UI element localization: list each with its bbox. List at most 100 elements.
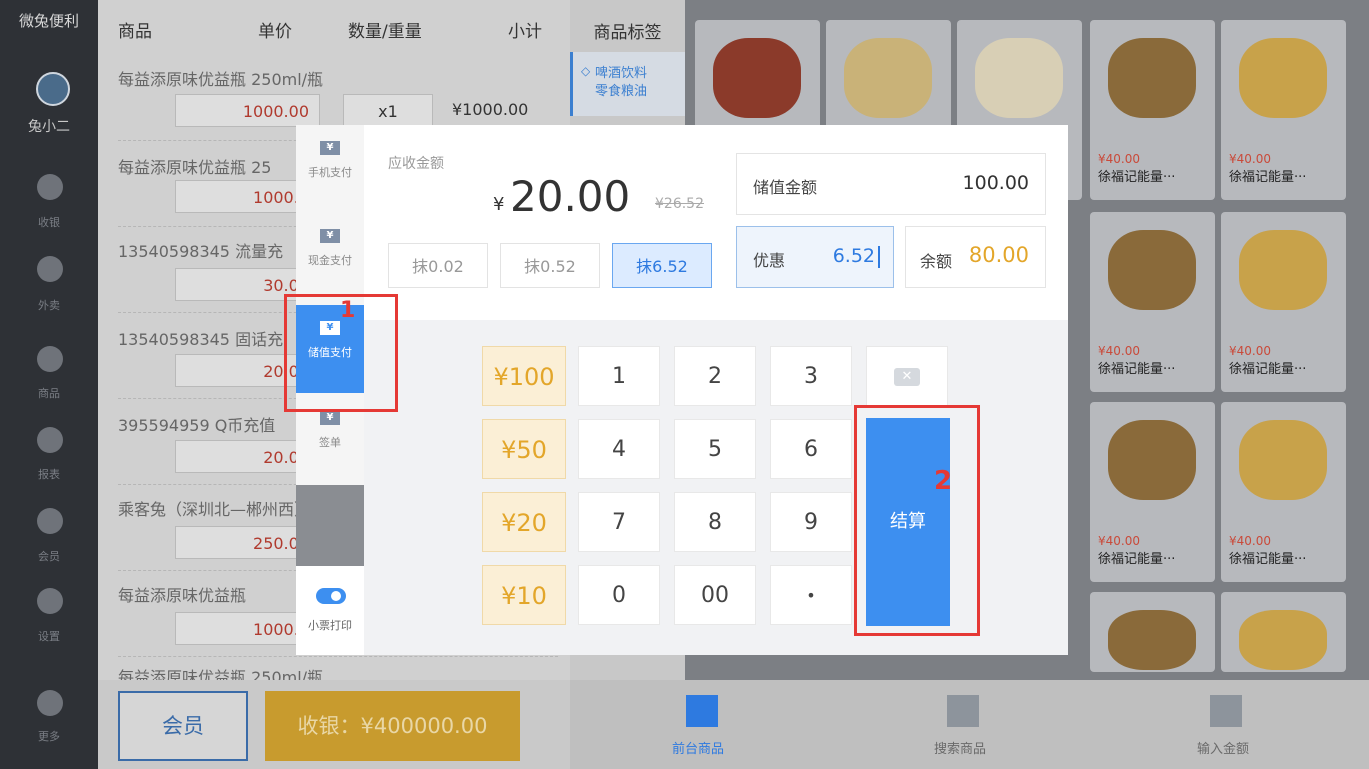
- discount-label: 优惠: [753, 251, 786, 270]
- tab-label: 现金支付: [308, 254, 352, 267]
- order-row-name[interactable]: 每益添原味优益瓶 250ml/瓶: [118, 664, 323, 680]
- product-image: [713, 38, 801, 118]
- quick-amount-10[interactable]: ¥10: [482, 565, 566, 625]
- order-row-subtotal: ¥1000.00: [452, 100, 529, 119]
- sidebar-takeout-icon[interactable]: [37, 256, 63, 282]
- product-card[interactable]: ¥40.00 徐福记能量···: [1221, 212, 1346, 392]
- member-button[interactable]: 会员: [118, 691, 248, 761]
- product-card[interactable]: ¥40.00 徐福记能量···: [1090, 212, 1215, 392]
- row-divider: [118, 656, 558, 657]
- product-name: 徐福记能量···: [1229, 170, 1307, 185]
- product-image: [975, 38, 1063, 118]
- key-3[interactable]: 3: [770, 346, 852, 406]
- product-image: [1239, 230, 1327, 310]
- order-row-name[interactable]: 每益添原味优益瓶: [118, 582, 246, 606]
- product-image: [1239, 38, 1327, 118]
- product-name: 徐福记能量···: [1098, 552, 1176, 567]
- order-row-name[interactable]: 13540598345 流量充: [118, 238, 283, 262]
- sidebar-item-more[interactable]: 更多: [0, 728, 98, 744]
- balance-value: 80.00: [968, 243, 1029, 267]
- backspace-button[interactable]: ✕: [866, 346, 948, 406]
- toggle-knob: [331, 591, 341, 601]
- product-card[interactable]: [1090, 592, 1215, 672]
- original-amount: ¥26.52: [655, 196, 704, 212]
- input-amount-icon[interactable]: [1210, 695, 1242, 727]
- key-5[interactable]: 5: [674, 419, 756, 479]
- amount-due-currency: ¥: [493, 194, 505, 215]
- search-goods-icon[interactable]: [947, 695, 979, 727]
- key-dot[interactable]: •: [770, 565, 852, 625]
- tabs-gap: [296, 485, 364, 566]
- order-row-name[interactable]: 395594959 Q币充值: [118, 412, 275, 436]
- sidebar-item-settings[interactable]: 设置: [0, 628, 98, 644]
- sidebar-cashier-icon[interactable]: [37, 174, 63, 200]
- checkout-button[interactable]: 收银：¥400000.00: [265, 691, 520, 761]
- quick-amount-100[interactable]: ¥100: [482, 346, 566, 406]
- column-header-qty: 数量/重量: [348, 22, 422, 42]
- tab-mobile-pay[interactable]: ¥ 手机支付: [296, 125, 364, 213]
- balance-label: 余额: [920, 252, 953, 271]
- key-0[interactable]: 0: [578, 565, 660, 625]
- avatar[interactable]: [36, 72, 70, 106]
- ticket-icon: ¥: [320, 411, 340, 425]
- sidebar-item-goods[interactable]: 商品: [0, 385, 98, 401]
- product-card[interactable]: ¥40.00 徐福记能量···: [1221, 402, 1346, 582]
- quick-amount-50[interactable]: ¥50: [482, 419, 566, 479]
- wipe-option-6.52[interactable]: 抹6.52: [612, 243, 712, 288]
- discount-field[interactable]: 优惠 6.52: [736, 226, 894, 288]
- sidebar-goods-icon[interactable]: [37, 346, 63, 372]
- product-price: ¥40.00: [1098, 152, 1140, 166]
- product-image: [1108, 38, 1196, 118]
- quick-amount-20[interactable]: ¥20: [482, 492, 566, 552]
- annotation-mark-2: 2: [934, 466, 953, 496]
- product-name: 徐福记能量···: [1098, 170, 1176, 185]
- sidebar-member-icon[interactable]: [37, 508, 63, 534]
- tab-cash-pay[interactable]: ¥ 现金支付: [296, 213, 364, 301]
- order-row-name[interactable]: 13540598345 固话充: [118, 326, 283, 350]
- print-receipt-label: 小票打印: [308, 619, 352, 632]
- order-row-qty[interactable]: x1: [343, 94, 433, 127]
- discount-value[interactable]: 6.52: [833, 245, 875, 267]
- wipe-option-0.02[interactable]: 抹0.02: [388, 243, 488, 288]
- sidebar-more-icon[interactable]: [37, 690, 63, 716]
- balance-box: 余额 80.00: [905, 226, 1046, 288]
- key-6[interactable]: 6: [770, 419, 852, 479]
- product-name: 徐福记能量···: [1229, 552, 1307, 567]
- key-7[interactable]: 7: [578, 492, 660, 552]
- tag-label-line1: 啤酒饮料: [595, 66, 648, 81]
- key-1[interactable]: 1: [578, 346, 660, 406]
- key-00[interactable]: 00: [674, 565, 756, 625]
- tag-item-active[interactable]: ◇ 啤酒饮料 零食粮油: [570, 52, 685, 116]
- front-goods-icon[interactable]: [686, 695, 718, 727]
- sidebar-item-takeout[interactable]: 外卖: [0, 297, 98, 313]
- product-card[interactable]: [1221, 592, 1346, 672]
- product-card[interactable]: ¥40.00 徐福记能量···: [1221, 20, 1346, 200]
- stored-value-label: 储值金额: [753, 178, 818, 197]
- product-price: ¥40.00: [1229, 344, 1271, 358]
- key-9[interactable]: 9: [770, 492, 852, 552]
- sidebar-item-cashier[interactable]: 收银: [0, 214, 98, 230]
- product-card[interactable]: ¥40.00 徐福记能量···: [1090, 20, 1215, 200]
- key-4[interactable]: 4: [578, 419, 660, 479]
- product-image: [1108, 230, 1196, 310]
- sidebar-report-icon[interactable]: [37, 427, 63, 453]
- nav-input-amount[interactable]: 输入金额: [1197, 738, 1249, 757]
- nav-search-goods[interactable]: 搜索商品: [934, 738, 986, 757]
- sidebar-item-report[interactable]: 报表: [0, 466, 98, 482]
- order-row-name[interactable]: 每益添原味优益瓶 25: [118, 154, 271, 178]
- backspace-icon: ✕: [894, 368, 920, 386]
- product-card[interactable]: ¥40.00 徐福记能量···: [1090, 402, 1215, 582]
- sidebar-settings-icon[interactable]: [37, 588, 63, 614]
- product-price: ¥40.00: [1229, 534, 1271, 548]
- nav-front-goods[interactable]: 前台商品: [672, 738, 724, 757]
- stored-value-box: 储值金额 100.00: [736, 153, 1046, 215]
- amount-due-value: 20.00: [510, 172, 631, 221]
- wipe-option-0.52[interactable]: 抹0.52: [500, 243, 600, 288]
- tag-icon: ◇: [581, 64, 591, 78]
- order-row-price[interactable]: 1000.00: [175, 94, 320, 127]
- column-header-unit-price: 单价: [258, 22, 292, 42]
- sidebar-item-member[interactable]: 会员: [0, 548, 98, 564]
- key-8[interactable]: 8: [674, 492, 756, 552]
- key-2[interactable]: 2: [674, 346, 756, 406]
- order-row-name[interactable]: 每益添原味优益瓶 250ml/瓶: [118, 66, 323, 90]
